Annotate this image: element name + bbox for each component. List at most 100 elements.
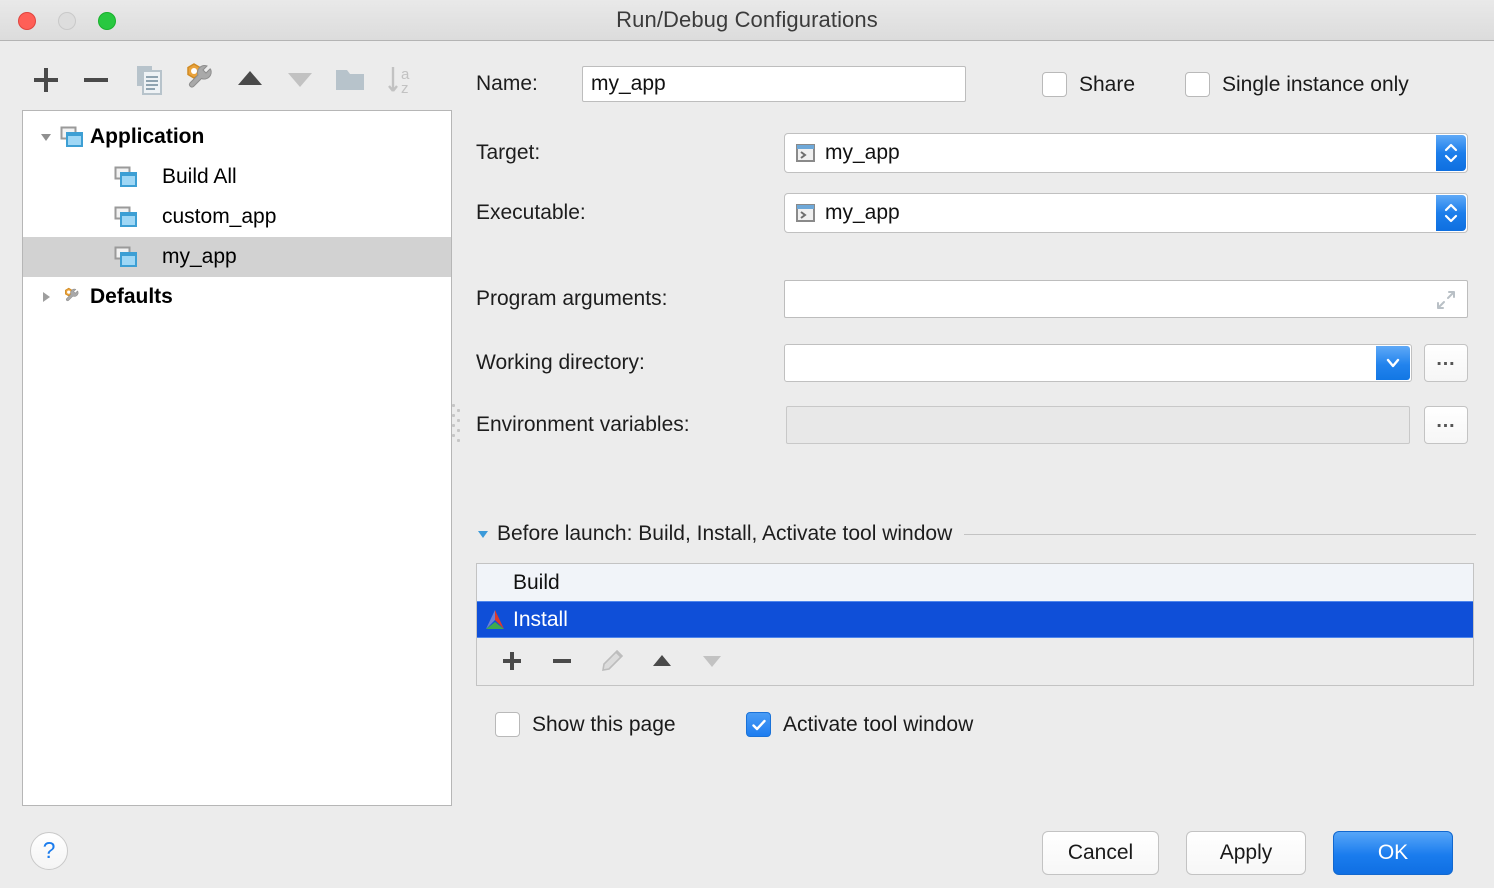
environment-variables-browse-button[interactable]: … xyxy=(1424,406,1468,444)
tree-item-my-app[interactable]: my_app xyxy=(23,237,451,277)
svg-text:z: z xyxy=(401,80,409,97)
activate-tool-window-checkbox[interactable] xyxy=(746,712,771,737)
tree-item-custom-app[interactable]: custom_app xyxy=(23,197,451,237)
program-arguments-input[interactable] xyxy=(784,280,1468,318)
target-value: my_app xyxy=(825,141,900,164)
application-icon xyxy=(59,166,157,188)
single-instance-label: Single instance only xyxy=(1222,72,1409,96)
before-launch-toolbar xyxy=(477,638,1473,684)
edit-defaults-button[interactable] xyxy=(180,58,220,102)
tree-item-label: my_app xyxy=(162,245,237,268)
minus-icon xyxy=(553,659,571,663)
program-arguments-label: Program arguments: xyxy=(476,287,668,310)
move-up-button[interactable] xyxy=(230,58,270,102)
working-directory-browse-button[interactable]: … xyxy=(1424,344,1468,382)
remove-task-button[interactable] xyxy=(537,641,587,681)
before-launch-title: Before launch: Build, Install, Activate … xyxy=(497,522,953,545)
tree-item-label: Build All xyxy=(162,165,237,188)
twisty-collapsed-icon[interactable] xyxy=(33,289,59,305)
sort-az-icon: a z xyxy=(388,66,410,97)
move-task-up-button[interactable] xyxy=(637,641,687,681)
new-folder-button[interactable] xyxy=(330,58,370,102)
remove-button[interactable] xyxy=(76,58,116,102)
folder-icon xyxy=(336,70,364,90)
console-app-icon xyxy=(795,202,817,224)
cmake-icon xyxy=(481,608,509,632)
activate-tool-window-checkbox-row[interactable]: Activate tool window xyxy=(746,712,973,737)
tree-item-build-all[interactable]: Build All xyxy=(23,157,451,197)
application-icon xyxy=(59,206,157,228)
executable-label: Executable: xyxy=(476,201,586,224)
minus-icon xyxy=(84,78,108,82)
plus-icon xyxy=(503,652,521,670)
window-title: Run/Debug Configurations xyxy=(616,7,878,32)
triangle-down-icon xyxy=(288,73,312,87)
executable-combobox[interactable]: my_app xyxy=(784,193,1468,233)
tree-item-label: custom_app xyxy=(162,205,277,228)
apply-button[interactable]: Apply xyxy=(1186,831,1306,875)
help-button[interactable]: ? xyxy=(30,832,68,870)
twisty-expanded-icon[interactable] xyxy=(33,129,59,145)
move-down-button xyxy=(280,58,320,102)
before-launch-rule xyxy=(964,533,1476,535)
twisty-expanded-icon[interactable] xyxy=(476,527,490,541)
activate-tool-window-label: Activate tool window xyxy=(783,712,974,736)
share-label: Share xyxy=(1079,72,1136,96)
working-directory-label: Working directory: xyxy=(476,351,645,374)
show-this-page-checkbox[interactable] xyxy=(495,712,520,737)
environment-variables-label: Environment variables: xyxy=(476,413,690,436)
checkmark-icon xyxy=(751,719,766,730)
ok-button[interactable]: OK xyxy=(1333,831,1453,875)
add-button[interactable] xyxy=(26,58,66,102)
target-label: Target: xyxy=(476,141,541,164)
task-row-install[interactable]: Install xyxy=(477,601,1473,638)
triangle-up-icon xyxy=(653,655,671,666)
configurations-toolbar: a z xyxy=(18,58,454,106)
panel-splitter-handle[interactable] xyxy=(452,404,460,446)
tree-item-label: Application xyxy=(90,125,205,148)
task-label: Install xyxy=(513,607,568,631)
chevron-down-icon xyxy=(1386,358,1400,368)
move-task-down-button xyxy=(687,641,737,681)
task-row-build[interactable]: Build xyxy=(477,564,1473,601)
target-stepper[interactable] xyxy=(1436,135,1466,171)
run-debug-configurations-dialog: Run/Debug Configurations a z Application… xyxy=(0,0,1494,888)
single-instance-checkbox-row[interactable]: Single instance only xyxy=(1185,72,1409,97)
target-combobox[interactable]: my_app xyxy=(784,133,1468,173)
wrench-icon xyxy=(59,286,85,308)
console-app-icon xyxy=(795,142,817,164)
sort-button: a z xyxy=(380,58,420,102)
triangle-up-icon xyxy=(238,71,262,85)
configurations-tree[interactable]: Application Build All custom_app my_app … xyxy=(22,110,452,806)
show-this-page-checkbox-row[interactable]: Show this page xyxy=(495,712,676,737)
tree-item-defaults[interactable]: Defaults xyxy=(23,277,451,317)
wrench-icon xyxy=(187,63,212,88)
expand-arrows-icon[interactable] xyxy=(1434,288,1458,312)
task-label: Build xyxy=(513,570,560,594)
before-launch-header[interactable]: Before launch: Build, Install, Activate … xyxy=(476,522,1476,546)
name-input[interactable] xyxy=(582,66,966,102)
working-directory-input[interactable] xyxy=(785,345,1379,381)
copy-button[interactable] xyxy=(130,58,170,102)
pencil-icon xyxy=(602,649,624,671)
show-this-page-label: Show this page xyxy=(532,712,676,736)
working-directory-dropdown-button[interactable] xyxy=(1376,346,1410,380)
single-instance-checkbox[interactable] xyxy=(1185,72,1210,97)
add-task-button[interactable] xyxy=(487,641,537,681)
share-checkbox-row[interactable]: Share xyxy=(1042,72,1135,97)
cancel-button[interactable]: Cancel xyxy=(1042,831,1159,875)
environment-variables-input[interactable] xyxy=(786,406,1410,444)
share-checkbox[interactable] xyxy=(1042,72,1067,97)
name-label: Name: xyxy=(476,72,538,95)
executable-value: my_app xyxy=(825,201,900,224)
copy-icon xyxy=(137,66,162,95)
executable-stepper[interactable] xyxy=(1436,195,1466,231)
application-icon xyxy=(59,246,157,268)
edit-task-button xyxy=(587,641,637,681)
before-launch-task-list[interactable]: Build Install xyxy=(476,563,1474,686)
tree-item-label: Defaults xyxy=(90,285,173,308)
triangle-down-icon xyxy=(703,656,721,667)
application-icon xyxy=(59,126,85,148)
working-directory-combobox[interactable] xyxy=(784,344,1412,382)
tree-item-application[interactable]: Application xyxy=(23,117,451,157)
